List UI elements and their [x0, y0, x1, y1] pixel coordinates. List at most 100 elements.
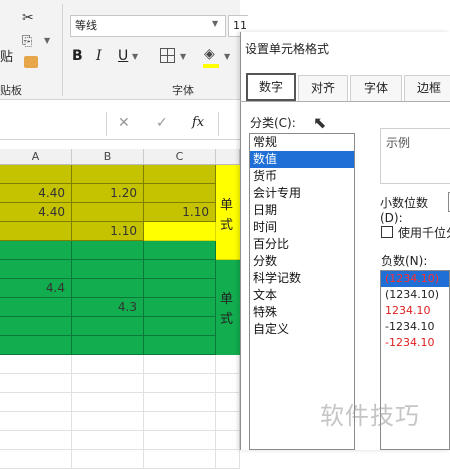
negative-number-option[interactable]: (1234.10): [381, 271, 449, 287]
table-cell[interactable]: [0, 431, 72, 450]
category-item[interactable]: 会计专用: [250, 185, 354, 202]
chevron-down-icon[interactable]: ▼: [132, 52, 138, 61]
column-header-a[interactable]: A: [0, 149, 72, 165]
table-cell[interactable]: [0, 317, 72, 336]
category-item[interactable]: 货币: [250, 168, 354, 185]
table-cell[interactable]: [72, 412, 144, 431]
table-cell[interactable]: [144, 355, 216, 374]
table-cell[interactable]: [0, 374, 72, 393]
table-cell[interactable]: [0, 260, 72, 279]
tab-font[interactable]: 字体: [350, 75, 402, 101]
table-cell[interactable]: [72, 374, 144, 393]
underline-button[interactable]: U: [118, 48, 128, 64]
table-cell[interactable]: [0, 355, 72, 374]
category-item[interactable]: 科学记数: [250, 270, 354, 287]
table-cell[interactable]: [72, 241, 144, 260]
chevron-down-icon[interactable]: ▼: [212, 19, 218, 28]
table-cell[interactable]: [144, 298, 216, 317]
tab-number[interactable]: 数字: [246, 73, 296, 101]
table-cell[interactable]: 1.10: [144, 203, 216, 222]
column-header-d[interactable]: [216, 149, 240, 165]
table-cell[interactable]: [216, 431, 240, 450]
category-item[interactable]: 特殊: [250, 304, 354, 321]
table-cell[interactable]: [216, 412, 240, 431]
table-cell[interactable]: [72, 279, 144, 298]
table-cell[interactable]: [144, 184, 216, 203]
table-cell[interactable]: [0, 165, 72, 184]
table-cell[interactable]: [72, 431, 144, 450]
negative-number-option[interactable]: -1234.10: [381, 335, 449, 351]
tab-alignment[interactable]: 对齐: [298, 75, 348, 101]
table-cell[interactable]: [72, 336, 144, 355]
italic-button[interactable]: I: [96, 48, 102, 64]
table-cell[interactable]: [144, 317, 216, 336]
table-cell[interactable]: [72, 203, 144, 222]
table-cell[interactable]: [144, 450, 216, 469]
category-item[interactable]: 日期: [250, 202, 354, 219]
dialog-title: 设置单元格格式: [245, 42, 330, 56]
table-cell[interactable]: [144, 241, 216, 260]
table-cell[interactable]: [0, 412, 72, 431]
table-cell[interactable]: 4.3: [72, 298, 144, 317]
table-cell[interactable]: [216, 374, 240, 393]
borders-icon[interactable]: [160, 48, 175, 63]
fill-color-icon[interactable]: ◈: [204, 46, 215, 62]
table-cell[interactable]: [0, 241, 72, 260]
table-cell[interactable]: [144, 279, 216, 298]
table-cell[interactable]: 4.40: [0, 203, 72, 222]
table-cell[interactable]: [144, 393, 216, 412]
insert-function-button[interactable]: fx: [192, 115, 204, 130]
category-item[interactable]: 常规: [250, 134, 354, 151]
category-item[interactable]: 自定义: [250, 321, 354, 338]
table-cell[interactable]: [72, 450, 144, 469]
chevron-down-icon[interactable]: ▼: [224, 52, 230, 61]
chevron-down-icon[interactable]: ▼: [44, 36, 50, 45]
table-cell[interactable]: [72, 317, 144, 336]
category-item[interactable]: 时间: [250, 219, 354, 236]
table-cell[interactable]: [0, 450, 72, 469]
table-cell[interactable]: [144, 165, 216, 184]
table-cell[interactable]: [144, 336, 216, 355]
confirm-icon[interactable]: ✓: [156, 115, 168, 131]
bold-button[interactable]: B: [72, 48, 83, 64]
table-cell[interactable]: 1.20: [72, 184, 144, 203]
scissors-icon[interactable]: ✂: [22, 10, 34, 26]
table-cell[interactable]: [72, 165, 144, 184]
table-cell[interactable]: [144, 222, 216, 241]
column-header-c[interactable]: C: [144, 149, 216, 165]
chevron-down-icon[interactable]: ▼: [180, 52, 186, 61]
table-cell[interactable]: [216, 450, 240, 469]
negative-number-option[interactable]: 1234.10: [381, 303, 449, 319]
table-cell[interactable]: [144, 431, 216, 450]
category-item[interactable]: 数值: [250, 151, 354, 168]
table-cell[interactable]: [0, 393, 72, 412]
font-name-select[interactable]: 等线: [70, 15, 226, 37]
table-cell[interactable]: [216, 393, 240, 412]
copy-icon[interactable]: ⎘: [22, 34, 32, 49]
negative-number-option[interactable]: -1234.10: [381, 319, 449, 335]
table-cell[interactable]: [72, 355, 144, 374]
category-item[interactable]: 分数: [250, 253, 354, 270]
tab-border[interactable]: 边框: [404, 75, 450, 101]
category-item[interactable]: 文本: [250, 287, 354, 304]
table-cell[interactable]: [0, 298, 72, 317]
table-cell[interactable]: [144, 412, 216, 431]
table-cell[interactable]: 4.40: [0, 184, 72, 203]
font-group-label: 字体: [172, 84, 194, 97]
table-cell[interactable]: [144, 374, 216, 393]
table-cell[interactable]: [216, 355, 240, 374]
cancel-icon[interactable]: ✕: [118, 115, 130, 131]
column-header-b[interactable]: B: [72, 149, 144, 165]
table-cell[interactable]: 4.4: [0, 279, 72, 298]
negative-number-option[interactable]: (1234.10): [381, 287, 449, 303]
table-cell[interactable]: [72, 260, 144, 279]
table-cell[interactable]: [144, 260, 216, 279]
thousands-separator-checkbox[interactable]: [381, 226, 393, 238]
table-cell[interactable]: [0, 222, 72, 241]
table-cell[interactable]: [72, 393, 144, 412]
format-painter-icon[interactable]: [24, 56, 38, 68]
table-cell[interactable]: [0, 336, 72, 355]
paste-label[interactable]: 贴: [0, 46, 13, 65]
category-item[interactable]: 百分比: [250, 236, 354, 253]
table-cell[interactable]: 1.10: [72, 222, 144, 241]
